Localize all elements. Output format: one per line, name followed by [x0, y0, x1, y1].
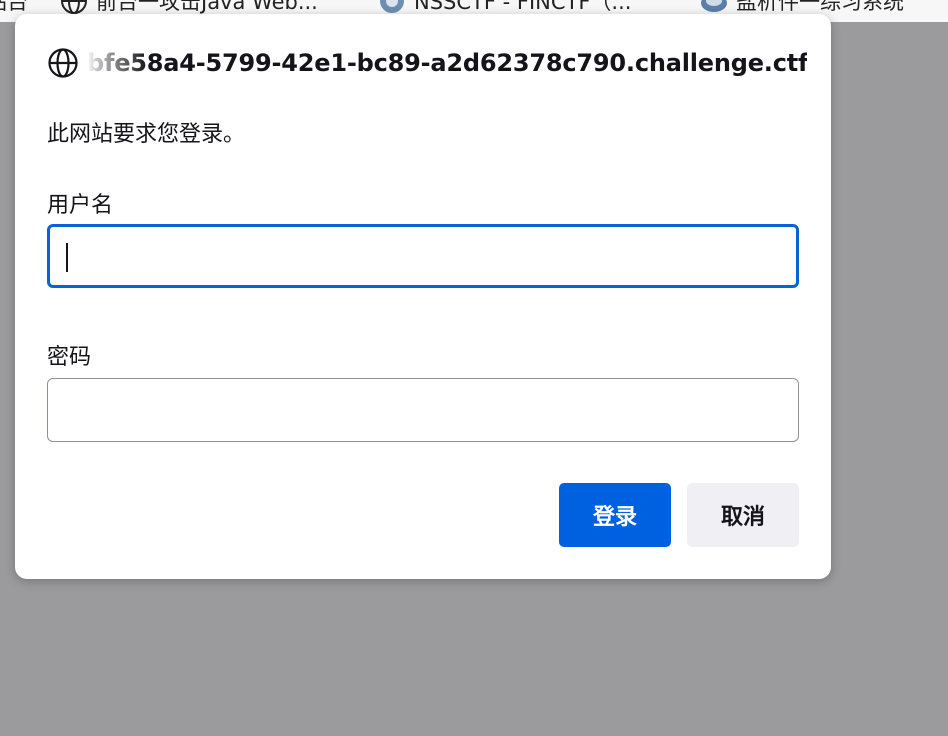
auth-dialog: bfe58a4-5799-42e1-bc89-a2d62378c790.chal… — [15, 14, 831, 579]
dialog-header: bfe58a4-5799-42e1-bc89-a2d62378c790.chal… — [47, 46, 807, 80]
text-cursor — [66, 243, 68, 272]
bookmark-item[interactable]: 站台 — [0, 0, 28, 14]
site-favicon-icon — [700, 0, 728, 15]
nssctf-favicon-icon — [378, 0, 406, 15]
bookmark-item[interactable]: 前台一攻击Java Web... — [60, 0, 318, 14]
auth-message: 此网站要求您登录。 — [47, 122, 246, 147]
cancel-button[interactable]: 取消 — [687, 483, 799, 547]
login-button[interactable]: 登录 — [559, 483, 671, 547]
password-label: 密码 — [47, 345, 92, 370]
username-label: 用户名 — [47, 193, 114, 218]
bookmark-item[interactable]: 盐析件一综习系统 — [700, 0, 904, 14]
dialog-host: bfe58a4-5799-42e1-bc89-a2d62378c790.chal… — [87, 49, 807, 77]
username-input[interactable] — [47, 224, 799, 288]
globe-icon — [47, 47, 79, 79]
password-input[interactable] — [47, 378, 799, 442]
bookmark-item[interactable]: NSSCTF - FINCTF（... — [378, 0, 631, 14]
globe-icon — [60, 0, 88, 15]
